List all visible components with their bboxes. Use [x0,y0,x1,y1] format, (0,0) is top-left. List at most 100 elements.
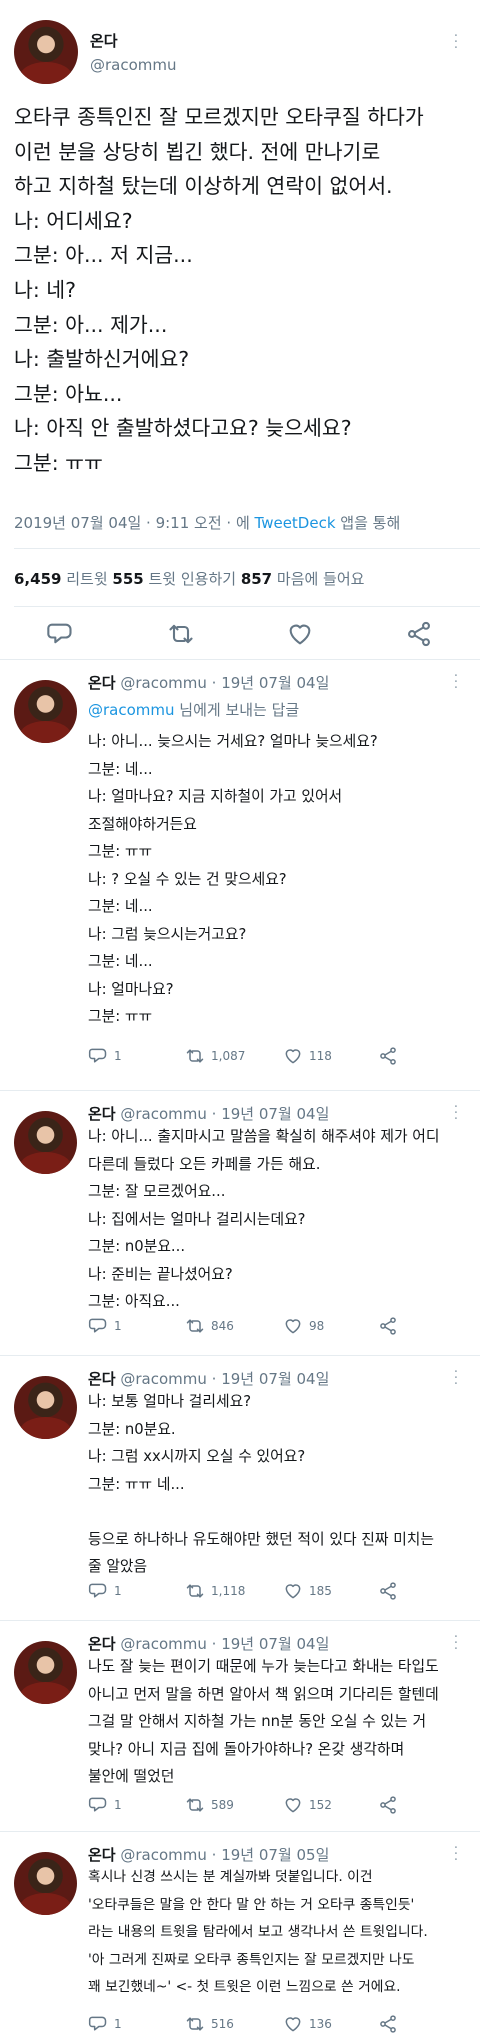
avatar[interactable] [14,1111,77,1174]
reply-icon [88,1797,107,1812]
more-options-icon[interactable]: · · · [450,30,462,55]
share-button[interactable] [378,1046,398,1066]
retweet-icon [186,2017,204,2031]
user-handle[interactable]: @racommu [90,56,177,74]
reply-button[interactable]: 1 [88,2014,122,2034]
tweet-line: 이런 분을 상당히 뵙긴 했다. 전에 만나기로 [14,139,381,164]
like-icon [285,2017,301,2032]
more-options-icon[interactable]: · · · [450,670,462,695]
share-button[interactable] [378,1795,398,1815]
like-button[interactable]: 152 [283,1795,332,1815]
tweet-text: 오타쿠 종특인진 잘 모르겠지만 오타쿠질 하다가 이런 분을 상당히 뵙긴 했… [14,100,470,481]
display-name[interactable]: 온다 [88,1635,116,1653]
like-label[interactable]: 마음에 들어요 [272,570,365,588]
like-count[interactable]: 857 [241,570,272,588]
replying-to-handle[interactable]: @racommu [88,701,175,719]
like-button[interactable]: 136 [283,2014,332,2034]
reply-button[interactable]: 1 [88,1581,122,1601]
tweet-line: 하고 지하철 탔는데 이상하게 연락이 없어서. [14,174,393,199]
retweet-count: 846 [211,1319,234,1333]
reply-line: 나: 아니... 늦으시는 거세요? 얼마나 늦으세요? [88,733,378,750]
avatar[interactable] [14,20,78,84]
reply-actions: 1 846 98 [88,1316,480,1338]
share-icon[interactable] [405,620,433,648]
tweet-line: 그분: ㅠㅠ [14,450,103,475]
client-link[interactable]: TweetDeck [255,514,336,532]
more-options-icon[interactable]: · · · [450,1101,462,1126]
reply-line: 등으로 하나하나 유도해야만 했던 적이 있다 진짜 미치는 [88,1530,435,1548]
like-button[interactable]: 118 [283,1046,332,1066]
reply-count: 1 [114,1319,122,1333]
retweet-button[interactable]: 516 [185,2014,234,2034]
reply-line: 나: 그럼 늦으시는거고요? [88,925,247,943]
reply-icon[interactable] [46,620,74,648]
retweet-button[interactable]: 846 [185,1316,234,1336]
retweet-button[interactable]: 1,118 [185,1581,245,1601]
tweet-actions [0,620,480,650]
reply-button[interactable]: 1 [88,1795,122,1815]
display-name[interactable]: 온다 [88,674,116,692]
quote-count[interactable]: 555 [112,570,143,588]
display-name[interactable]: 온다 [88,1105,116,1123]
retweet-icon[interactable] [167,620,195,648]
reply-icon [88,1048,107,1063]
avatar[interactable] [14,1641,77,1704]
avatar[interactable] [14,1376,77,1439]
retweet-icon [186,1798,204,1812]
reply-line: 그분: ㅠㅠ [88,1008,153,1025]
tweet-timestamp[interactable]: 2019년 07월 04일 · 9:11 오전 · 에 [14,514,255,532]
retweet-count[interactable]: 6,459 [14,570,61,588]
display-name[interactable]: 온다 [88,1846,116,1864]
reply-text: 나: 아니... 출지마시고 말씀을 확실히 해주셔야 제가 어디 다른데 들렀… [88,1123,468,1316]
retweet-label[interactable]: 리트윗 [61,570,112,588]
more-options-icon[interactable]: · · · [450,1842,462,1867]
handle-date[interactable]: @racommu · 19년 07월 04일 [120,674,329,692]
share-icon [380,1317,396,1335]
more-options-icon[interactable]: · · · [450,1631,462,1656]
share-button[interactable] [378,1316,398,1336]
share-button[interactable] [378,2014,398,2034]
display-name[interactable]: 온다 [90,30,118,51]
handle-date[interactable]: @racommu · 19년 07월 04일 [120,1370,329,1388]
reply-tweet: 온다 @racommu · 19년 07월 04일 · · · 나: 보통 얼마나 … [0,1356,480,1621]
retweet-button[interactable]: 1,087 [185,1046,245,1066]
like-icon [285,1798,301,1813]
share-icon [380,1796,396,1814]
reply-count: 1 [114,1584,122,1598]
like-button[interactable]: 185 [283,1581,332,1601]
main-tweet: 온다 @racommu · · · 오타쿠 종특인진 잘 모르겠지만 오타쿠질 하다… [0,0,480,660]
like-button[interactable]: 98 [283,1316,324,1336]
reply-line: 그분: 아직요... [88,1293,180,1310]
reply-line: 그분: 네... [88,760,153,778]
reply-line: 나도 잘 늦는 편이기 때문에 누가 늦는다고 화내는 타입도 [88,1658,439,1675]
reply-line: 라는 내용의 트윗을 탐라에서 보고 생각나서 쓴 트윗입니다. [88,1924,428,1940]
tweet-line: 그분: 아... 저 지금... [14,243,193,268]
avatar[interactable] [14,680,77,743]
reply-line: 불안에 떨었던 [88,1768,175,1785]
reply-button[interactable]: 1 [88,1316,122,1336]
share-button[interactable] [378,1581,398,1601]
reply-count: 1 [114,1798,122,1812]
tweet-meta: 2019년 07월 04일 · 9:11 오전 · 에 TweetDeck 앱을… [14,512,400,533]
like-icon [285,1049,301,1064]
reply-line [88,1498,468,1526]
reply-actions: 1 589 152 [88,1795,480,1817]
handle-date[interactable]: @racommu · 19년 07월 05일 [120,1846,329,1864]
reply-tweet: 온다 @racommu · 19년 07월 04일 · · · 나도 잘 늦는 편이… [0,1621,480,1832]
divider [14,548,480,549]
reply-line: 다른데 들렀다 오든 카페를 가든 해요. [88,1155,321,1173]
display-name[interactable]: 온다 [88,1370,116,1388]
retweet-icon [186,1584,204,1598]
avatar[interactable] [14,1852,77,1915]
retweet-button[interactable]: 589 [185,1795,234,1815]
handle-date[interactable]: @racommu · 19년 07월 04일 [120,1635,329,1653]
reply-line: 맞나? 아니 지금 집에 돌아가야하나? 온갖 생각하며 [88,1740,405,1758]
handle-date[interactable]: @racommu · 19년 07월 04일 [120,1105,329,1123]
reply-line: 그걸 말 안해서 지하철 가는 nn분 동안 오실 수 있는 거 [88,1713,427,1730]
like-icon[interactable] [286,620,314,648]
more-options-icon[interactable]: · · · [450,1366,462,1391]
quote-label[interactable]: 트윗 인용하기 [144,570,241,588]
reply-tweet: 온다 @racommu · 19년 07월 04일 · · · 나: 아니... 출… [0,1091,480,1356]
replying-to-label: 님에게 보내는 답글 [174,701,300,719]
reply-button[interactable]: 1 [88,1046,122,1066]
